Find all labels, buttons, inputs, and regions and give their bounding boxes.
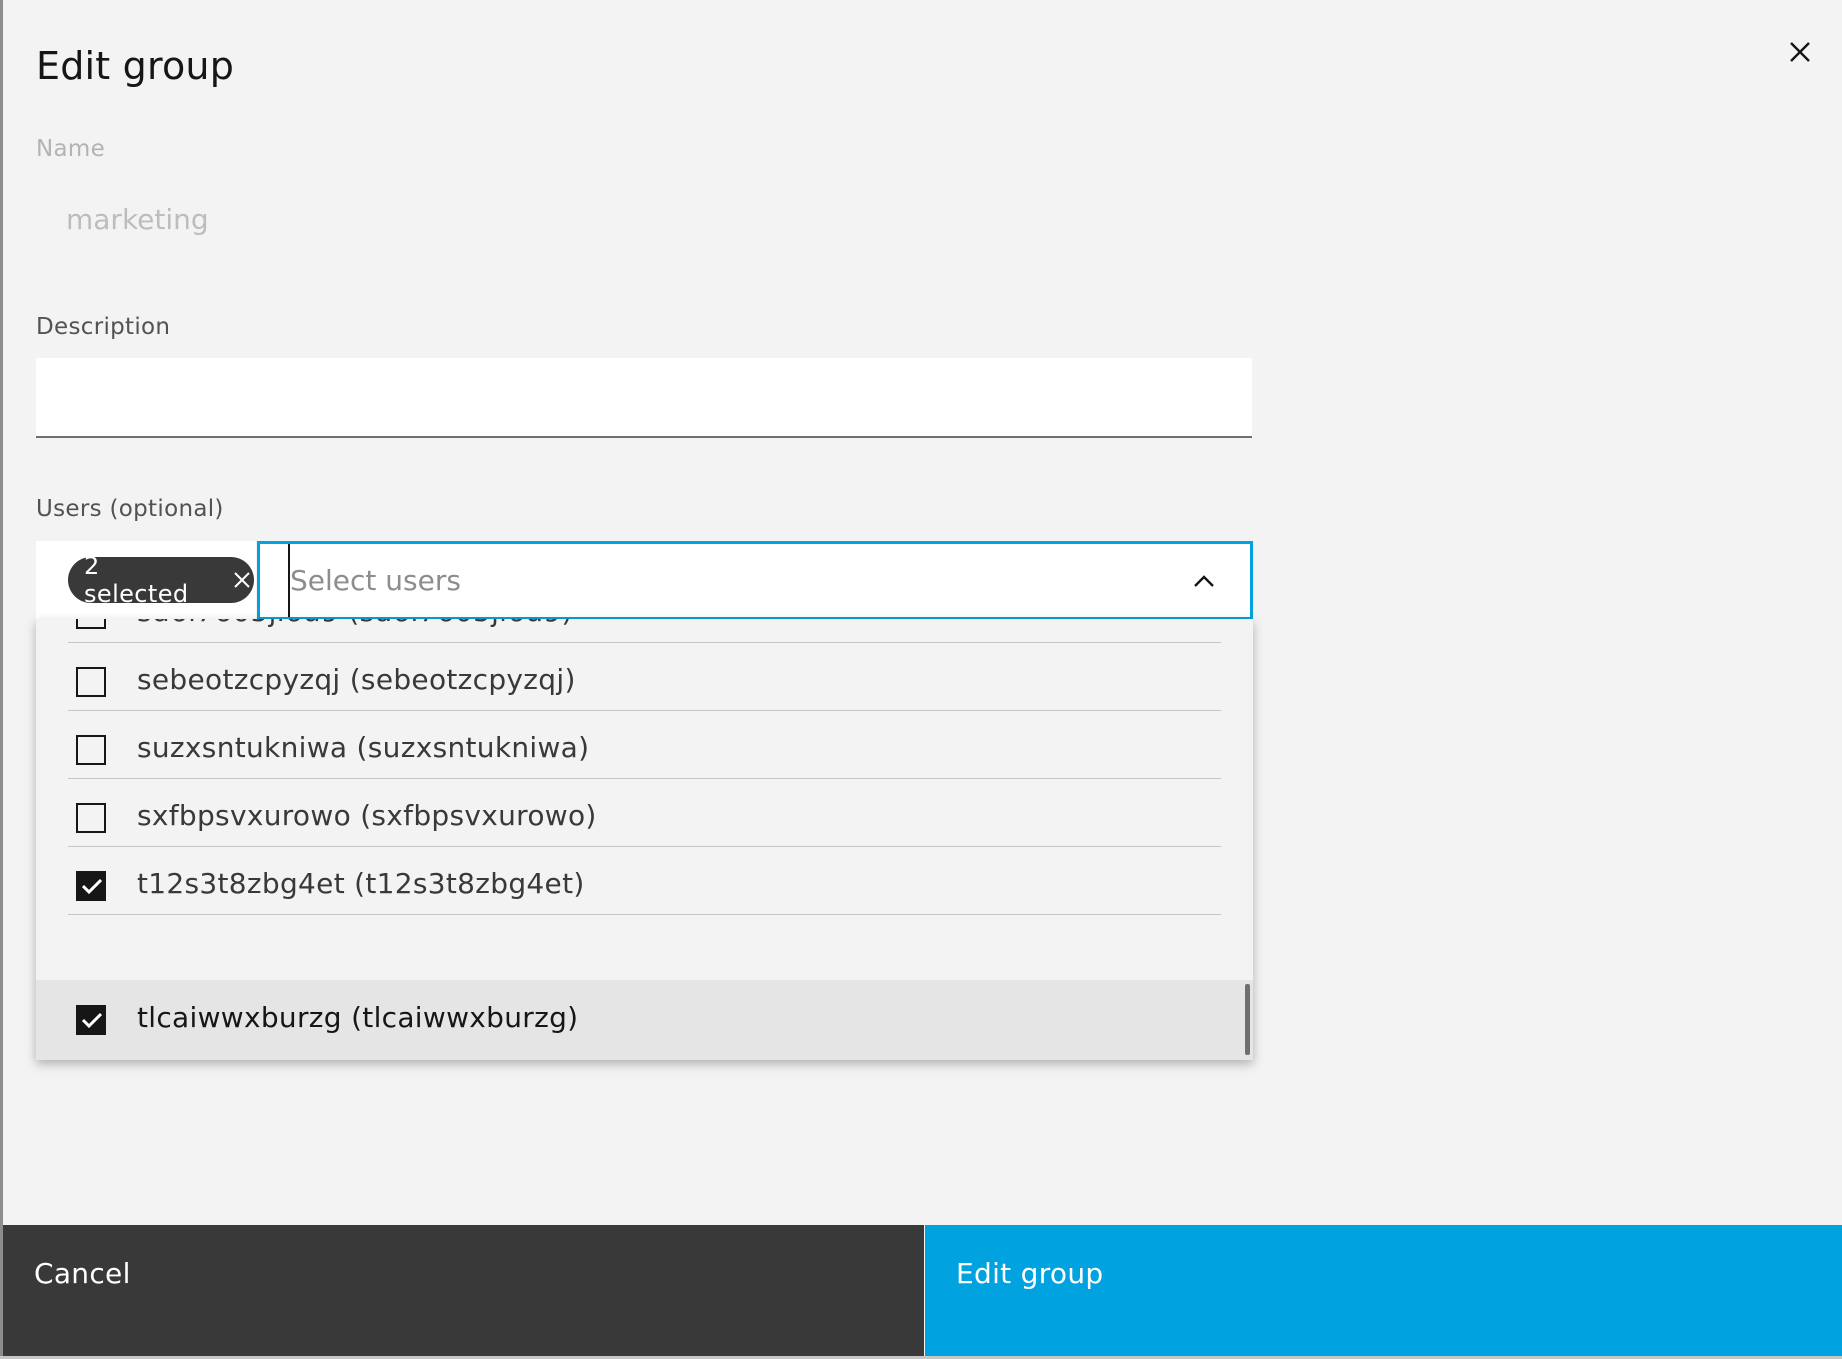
- checkbox[interactable]: [76, 871, 106, 901]
- divider: [68, 642, 1221, 643]
- list-item[interactable]: tlcaiwwxburzg (tlcaiwwxburzg): [36, 980, 1253, 1060]
- users-dropdown-menu[interactable]: sd6l7605jl6u9 (sd6l7605jl6u9) sebeotzcpy…: [36, 619, 1253, 1060]
- checkbox[interactable]: [76, 803, 106, 833]
- scrollbar[interactable]: [1245, 984, 1250, 1055]
- divider: [68, 914, 1221, 915]
- selected-count-tag: 2 selected: [68, 552, 254, 608]
- selected-count-label: 2 selected: [84, 552, 189, 608]
- list-item-label: t12s3t8zbg4et (t12s3t8zbg4et): [137, 867, 585, 900]
- list-item-label: sd6l7605jl6u9 (sd6l7605jl6u9): [137, 619, 573, 628]
- close-button[interactable]: [1776, 28, 1824, 76]
- name-field: marketing: [66, 203, 209, 236]
- checkbox[interactable]: [76, 619, 106, 629]
- modal-footer: Cancel Edit group: [3, 1225, 1842, 1356]
- description-input[interactable]: [36, 358, 1252, 438]
- divider: [68, 778, 1221, 779]
- checkmark-icon: [81, 1012, 103, 1029]
- close-icon: [1790, 42, 1810, 62]
- cancel-button-label: Cancel: [34, 1257, 131, 1290]
- edit-group-button[interactable]: Edit group: [925, 1225, 1842, 1356]
- combobox-toggle-button[interactable]: [1185, 562, 1223, 600]
- divider: [68, 846, 1221, 847]
- users-combobox[interactable]: [257, 541, 1253, 620]
- checkbox[interactable]: [76, 735, 106, 765]
- modal-title: Edit group: [36, 44, 235, 88]
- list-item-label: sxfbpsvxurowo (sxfbpsvxurowo): [137, 799, 597, 832]
- checkmark-icon: [81, 878, 103, 895]
- divider: [68, 980, 1221, 981]
- description-label: Description: [36, 314, 171, 340]
- chevron-up-icon: [1194, 575, 1214, 587]
- edit-group-button-label: Edit group: [956, 1257, 1104, 1290]
- users-search-input[interactable]: [288, 544, 1168, 617]
- close-icon: [234, 572, 250, 588]
- name-label: Name: [36, 136, 106, 162]
- checkbox[interactable]: [76, 1005, 106, 1035]
- list-item-spacer: [36, 914, 1253, 980]
- list-item-label: tlcaiwwxburzg (tlcaiwwxburzg): [137, 1001, 579, 1034]
- clear-selection-button[interactable]: [230, 568, 254, 592]
- edit-group-modal: Edit group Name marketing Description Us…: [3, 0, 1842, 1356]
- list-item-label: suzxsntukniwa (suzxsntukniwa): [137, 731, 590, 764]
- checkbox[interactable]: [76, 667, 106, 697]
- divider: [68, 710, 1221, 711]
- cancel-button[interactable]: Cancel: [3, 1225, 924, 1356]
- list-item-label: sebeotzcpyzqj (sebeotzcpyzqj): [137, 663, 576, 696]
- users-label: Users (optional): [36, 496, 224, 522]
